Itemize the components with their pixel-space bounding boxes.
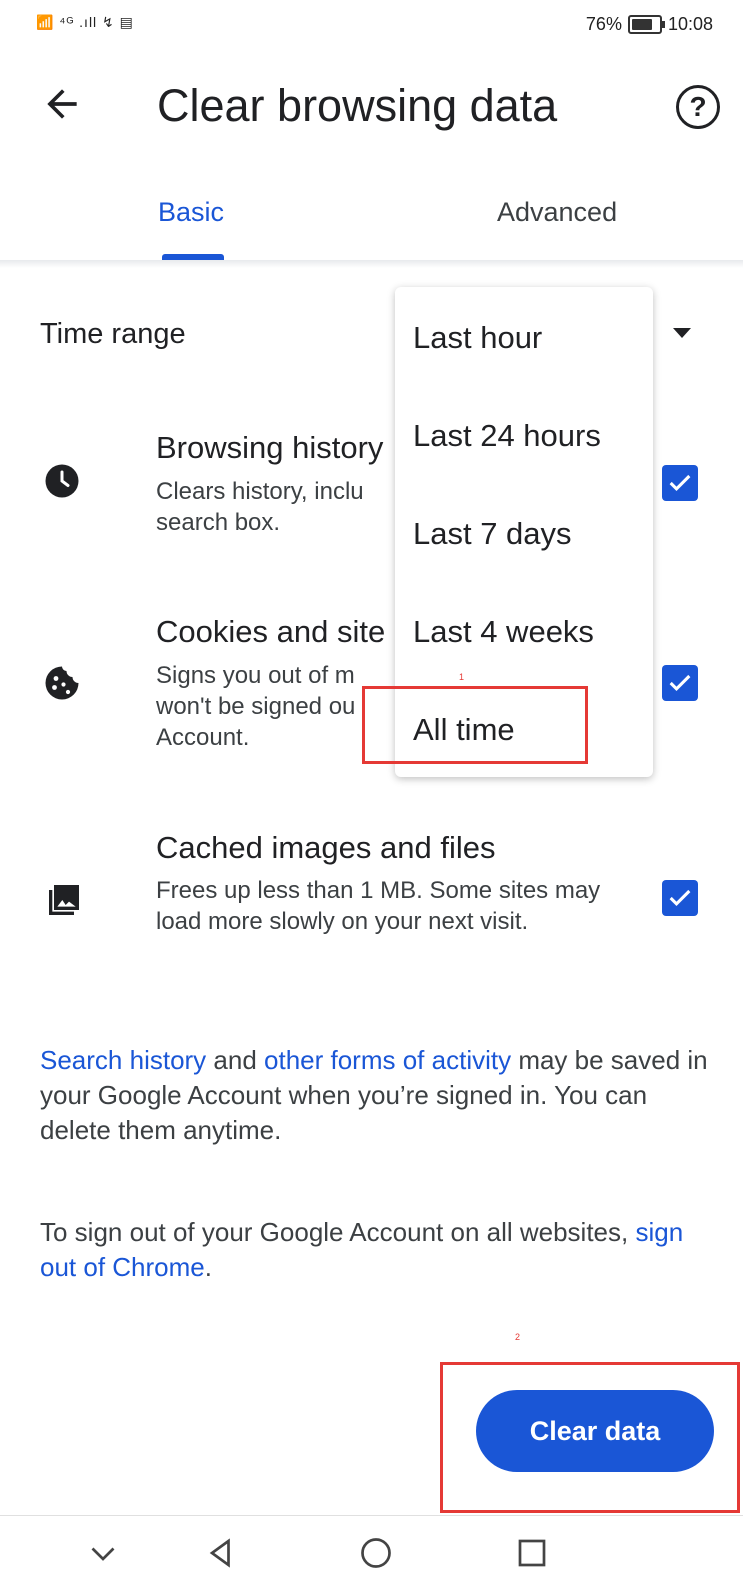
menu-item-last-24-hours[interactable]: Last 24 hours (413, 418, 601, 454)
tab-divider (0, 260, 743, 268)
annotation-label-2: 2 (515, 1332, 521, 1342)
tab-advanced[interactable]: Advanced (497, 197, 617, 228)
cookies-title: Cookies and site (156, 614, 386, 649)
clock-icon (44, 463, 80, 499)
battery-icon (627, 15, 665, 34)
annotation-label-1: 1 (459, 672, 465, 682)
search-history-info: Search history and other forms of activi… (40, 1043, 720, 1148)
page-title: Clear browsing data (157, 80, 558, 131)
browsing-history-title: Browsing history (156, 430, 384, 465)
battery-percent: 76% (585, 14, 622, 34)
dropdown-arrow-icon[interactable] (673, 328, 691, 338)
signout-period: . (204, 1252, 212, 1282)
signal-indicators: 📶 ⁴ᴳ .ıll ↯ ▤ (36, 14, 134, 30)
cookies-checkbox[interactable] (662, 665, 698, 701)
signout-info: To sign out of your Google Account on al… (40, 1215, 720, 1285)
tab-basic[interactable]: Basic (158, 197, 224, 228)
menu-item-last-hour[interactable]: Last hour (413, 320, 542, 356)
cached-images-checkbox[interactable] (662, 880, 698, 916)
cookie-icon (44, 665, 80, 701)
status-right: 76% 10:08 (586, 14, 713, 35)
nav-recents-icon[interactable] (514, 1535, 554, 1575)
back-arrow-icon[interactable] (40, 82, 90, 132)
other-activity-link[interactable]: other forms of activity (264, 1045, 511, 1075)
nav-collapse-icon[interactable] (85, 1535, 125, 1575)
search-history-link[interactable]: Search history (40, 1045, 206, 1075)
info-text-and: and (206, 1045, 265, 1075)
menu-item-last-4-weeks[interactable]: Last 4 weeks (413, 614, 594, 650)
cached-images-desc: Frees up less than 1 MB. Some sites may … (156, 877, 601, 935)
clear-data-button[interactable]: Clear data (476, 1390, 714, 1472)
help-icon[interactable]: ? (676, 85, 720, 129)
annotation-box-1 (362, 686, 588, 764)
time-range-label: Time range (40, 318, 186, 350)
browsing-history-checkbox[interactable] (662, 465, 698, 501)
signout-text: To sign out of your Google Account on al… (40, 1217, 636, 1247)
nav-back-icon[interactable] (203, 1535, 243, 1575)
image-icon (44, 880, 80, 916)
status-bar: 📶 ⁴ᴳ .ıll ↯ ▤ 76% 10:08 (0, 0, 743, 50)
menu-item-last-7-days[interactable]: Last 7 days (413, 516, 572, 552)
cached-images-title: Cached images and files (156, 830, 496, 865)
nav-home-icon[interactable] (358, 1535, 398, 1575)
clock-time: 10:08 (667, 14, 713, 34)
